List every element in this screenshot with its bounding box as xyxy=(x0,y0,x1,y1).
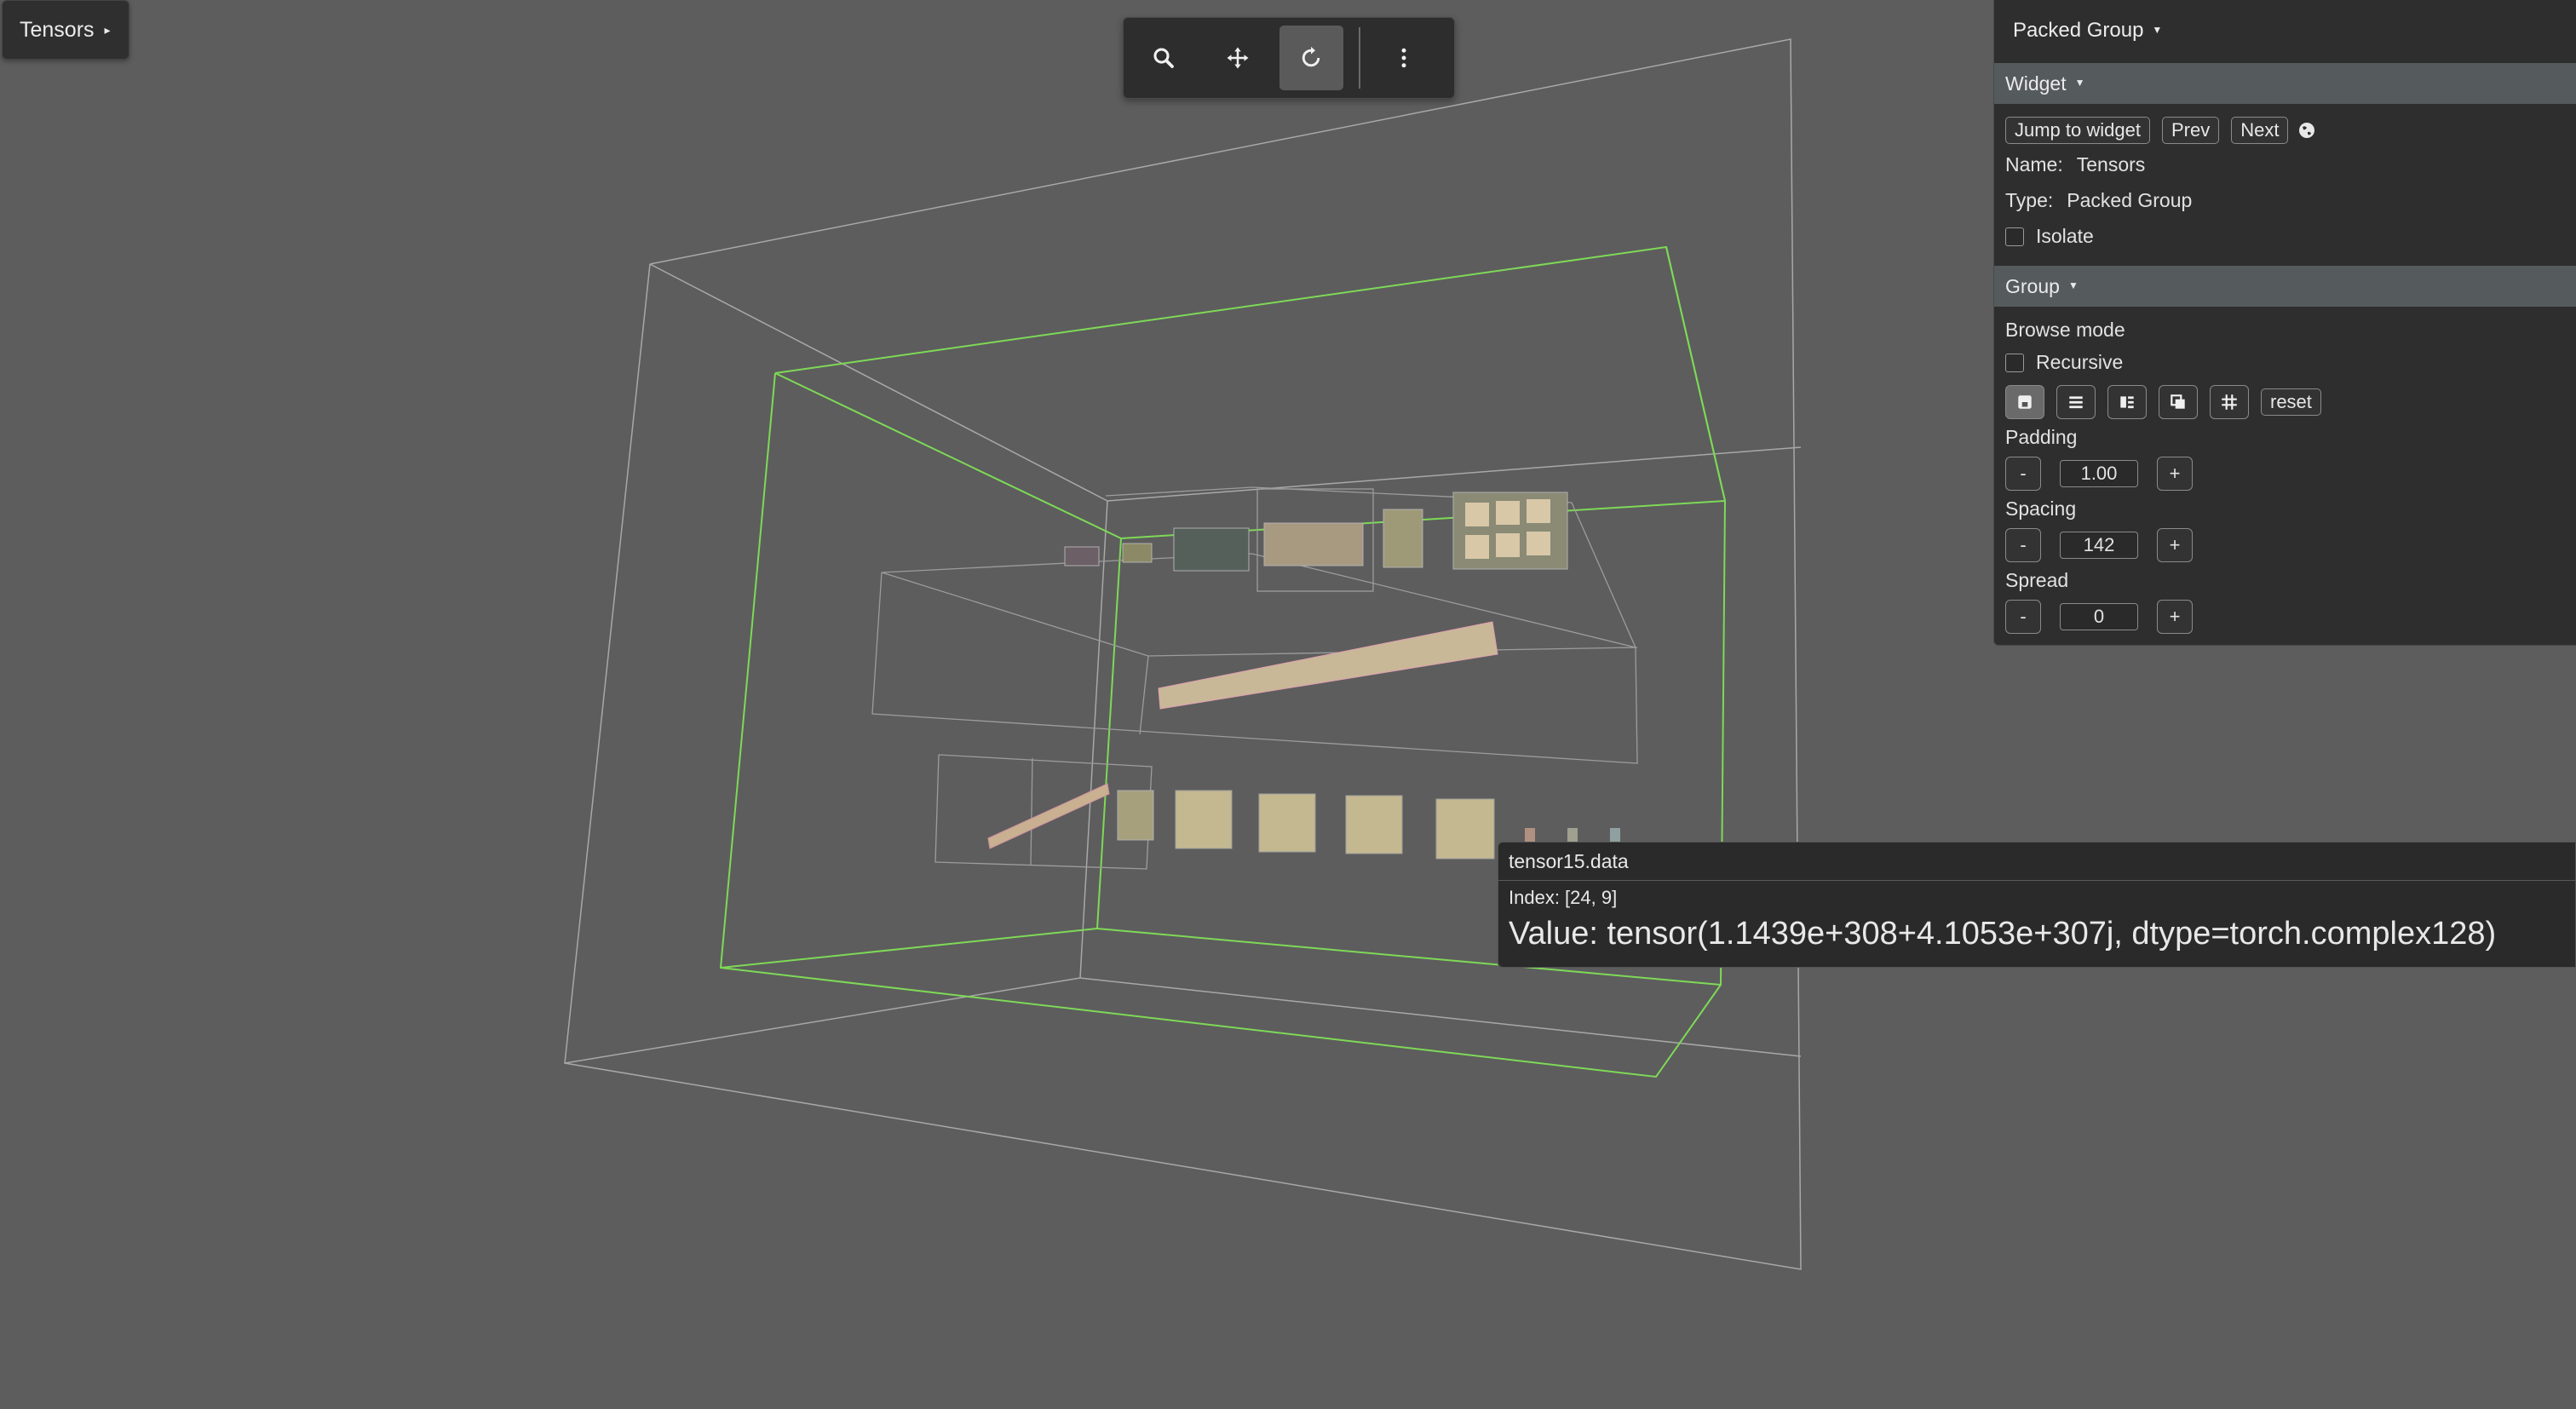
more-options-button[interactable] xyxy=(1372,26,1436,90)
type-value: Packed Group xyxy=(2067,189,2193,211)
zoom-tool-button[interactable] xyxy=(1132,26,1196,90)
isolate-checkbox[interactable] xyxy=(2005,227,2024,246)
tensor-tiles-top-row[interactable] xyxy=(1064,492,1568,572)
magnifier-icon xyxy=(1153,48,1175,68)
padding-increment-button[interactable]: + xyxy=(2157,457,2193,491)
spacing-label-row: Spacing xyxy=(2005,497,2076,520)
padding-label: Padding xyxy=(2005,426,2078,448)
rotate-tool-button[interactable] xyxy=(1279,26,1343,90)
globe-icon[interactable] xyxy=(2297,120,2317,141)
browse-mode-label: Browse mode xyxy=(2005,319,2125,341)
split-view-icon xyxy=(2120,396,2134,409)
name-key: Name: xyxy=(2005,153,2063,175)
tooltip-title: tensor15.data xyxy=(1498,843,2575,881)
jump-to-widget-button[interactable]: Jump to widget xyxy=(2005,117,2150,144)
spread-label: Spread xyxy=(2005,569,2069,591)
widget-nav-row: Jump to widget Prev Next xyxy=(2005,117,2317,144)
caret-down-icon: ▼ xyxy=(2074,77,2085,89)
widget-section-label: Widget xyxy=(2005,72,2067,95)
widget-section-header[interactable]: Widget ▼ xyxy=(1994,63,2576,104)
padding-label-row: Padding xyxy=(2005,426,2077,449)
browse-mode-buttons: reset xyxy=(2005,385,2333,419)
mode-stack-button[interactable] xyxy=(2159,385,2198,419)
recursive-row: Recursive xyxy=(2005,351,2123,374)
spacing-stepper: - 142 + xyxy=(2005,528,2193,562)
spread-label-row: Spread xyxy=(2005,569,2068,592)
widget-type-row: Type: Packed Group xyxy=(2005,189,2192,212)
stack-icon xyxy=(2171,394,2185,409)
widget-name-row: Name: Tensors xyxy=(2005,153,2145,176)
panel-title-dropdown[interactable]: Packed Group ▼ xyxy=(1994,0,2576,61)
caret-down-icon: ▼ xyxy=(2067,279,2079,291)
rows-icon xyxy=(2069,396,2083,409)
tensor-strip-middle[interactable] xyxy=(1158,621,1498,710)
tensor-value-tooltip: tensor15.data Index: [24, 9] Value: tens… xyxy=(1498,842,2576,968)
prev-button[interactable]: Prev xyxy=(2161,117,2220,144)
grid-icon xyxy=(2222,394,2237,410)
toolbar-separator xyxy=(1358,27,1360,89)
padding-value[interactable]: 1.00 xyxy=(2060,460,2138,487)
isolate-row: Isolate xyxy=(2005,225,2094,248)
move-arrows-icon xyxy=(1227,47,1249,69)
spacing-increment-button[interactable]: + xyxy=(2157,528,2193,562)
more-vertical-icon xyxy=(1401,48,1406,68)
spread-stepper: - 0 + xyxy=(2005,600,2193,634)
group-section-label: Group xyxy=(2005,274,2060,297)
tensors-menu-label: Tensors xyxy=(20,17,95,42)
panel-title-label: Packed Group xyxy=(2013,19,2144,42)
tooltip-index: Index: [24, 9] xyxy=(1509,887,1618,908)
spread-decrement-button[interactable]: - xyxy=(2005,600,2041,634)
group-section-header[interactable]: Group ▼ xyxy=(1994,266,2576,307)
tooltip-value: Value: tensor(1.1439e+308+4.1053e+307j, … xyxy=(1509,916,2497,952)
name-value: Tensors xyxy=(2076,153,2146,175)
padding-decrement-button[interactable]: - xyxy=(2005,457,2041,491)
spacing-decrement-button[interactable]: - xyxy=(2005,528,2041,562)
spread-increment-button[interactable]: + xyxy=(2157,600,2193,634)
mode-rows-button[interactable] xyxy=(2056,385,2096,419)
mode-split-button[interactable] xyxy=(2107,385,2147,419)
view-toolbar xyxy=(1123,17,1455,99)
caret-right-icon: ▸ xyxy=(104,22,111,37)
next-button[interactable]: Next xyxy=(2231,117,2289,144)
mode-grid-button[interactable] xyxy=(2210,385,2249,419)
rotate-icon xyxy=(1302,46,1320,67)
tensors-menu-button[interactable]: Tensors ▸ xyxy=(2,0,129,60)
padding-stepper: - 1.00 + xyxy=(2005,457,2193,491)
isolate-label: Isolate xyxy=(2036,225,2094,247)
pan-tool-button[interactable] xyxy=(1206,26,1270,90)
spacing-value[interactable]: 142 xyxy=(2060,532,2138,559)
reset-button[interactable]: reset xyxy=(2261,388,2321,416)
recursive-checkbox[interactable] xyxy=(2005,353,2024,372)
mode-single-button[interactable] xyxy=(2005,385,2044,419)
caret-down-icon: ▼ xyxy=(2152,24,2163,36)
spacing-label: Spacing xyxy=(2005,497,2077,520)
spread-value[interactable]: 0 xyxy=(2060,603,2138,630)
properties-panel: Packed Group ▼ Widget ▼ Jump to widget P… xyxy=(1993,0,2576,646)
type-key: Type: xyxy=(2005,189,2054,211)
single-view-icon xyxy=(2018,395,2032,409)
recursive-label: Recursive xyxy=(2036,351,2124,373)
browse-mode-label-row: Browse mode xyxy=(2005,319,2125,342)
